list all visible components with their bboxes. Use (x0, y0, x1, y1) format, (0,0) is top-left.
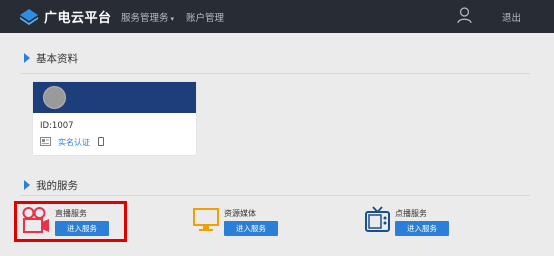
profile-card: ID:1007 实名认证 (33, 82, 196, 155)
enter-vod-service-button[interactable]: 进入服务 (395, 221, 449, 236)
highlight-box (14, 201, 127, 242)
chevron-down-icon: ▾ (170, 15, 175, 23)
triangle-marker-icon (24, 53, 30, 63)
divider (20, 195, 530, 196)
brand-name[interactable]: 广电云平台 (44, 7, 112, 26)
cloud-logo-icon[interactable] (20, 9, 38, 25)
nav-service-label: 服务管理务 (121, 13, 169, 24)
triangle-marker-icon (24, 180, 30, 190)
avatar[interactable] (43, 86, 66, 109)
top-nav-bar: 广电云平台 服务管理务 ▾ 账户管理 退出 (0, 0, 554, 33)
real-name-verify-link[interactable]: 实名认证 (58, 137, 90, 148)
logout-link[interactable]: 退出 (502, 10, 521, 24)
section-title-text: 基本资料 (36, 53, 78, 65)
section-title-basic-info: 基本资料 (24, 51, 78, 66)
user-id: ID:1007 (40, 121, 74, 131)
divider (20, 73, 530, 74)
phone-icon[interactable] (98, 137, 104, 146)
section-title-my-services: 我的服务 (24, 178, 78, 193)
monitor-icon (193, 208, 219, 231)
service-name-vod: 点播服务 (395, 209, 427, 218)
nav-service-management[interactable]: 服务管理务 ▾ (121, 10, 174, 24)
enter-media-service-button[interactable]: 进入服务 (224, 221, 278, 236)
service-name-media: 资源媒体 (224, 209, 256, 218)
section-title-text: 我的服务 (36, 180, 78, 192)
id-card-icon (40, 137, 51, 146)
profile-card-header (33, 82, 196, 113)
tv-icon (365, 206, 390, 232)
nav-account-management[interactable]: 账户管理 (186, 10, 224, 24)
user-icon[interactable] (457, 7, 472, 24)
